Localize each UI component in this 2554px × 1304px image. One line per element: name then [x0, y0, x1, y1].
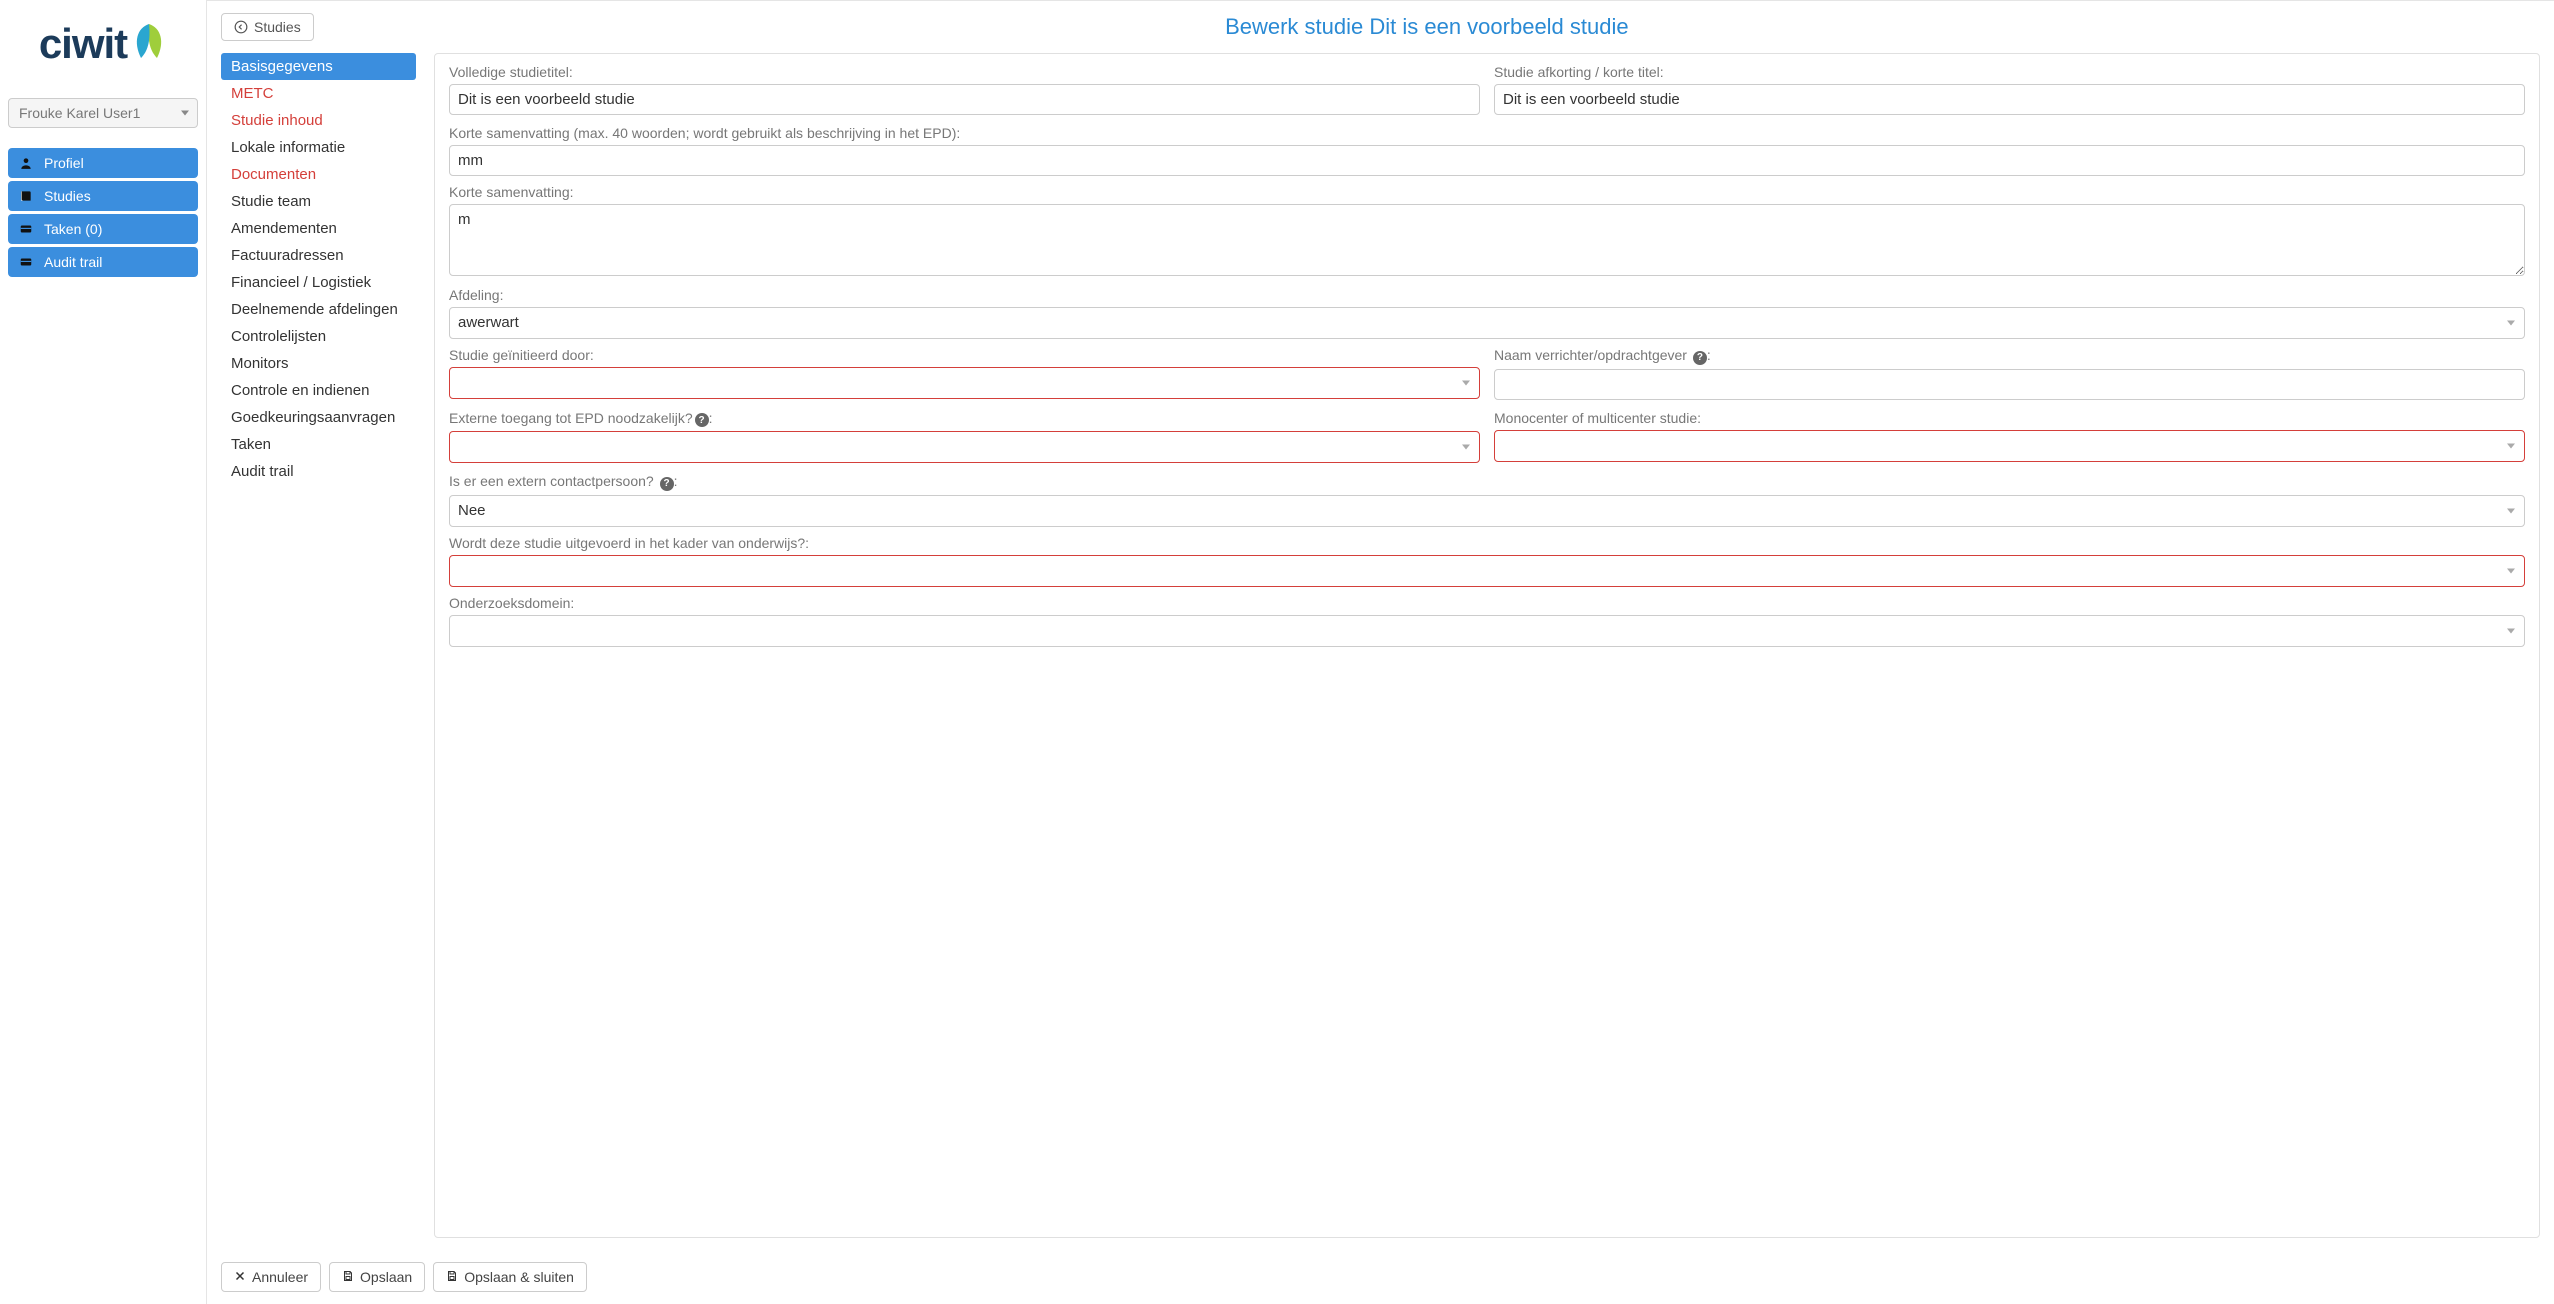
nav-label: Studies [44, 188, 91, 204]
nav-label: Audit trail [44, 254, 102, 270]
topbar: Studies Bewerk studie Dit is een voorbee… [221, 13, 2540, 41]
external-epd-select[interactable] [449, 431, 1480, 463]
external-contact-label: Is er een extern contactpersoon? ?: [449, 473, 2525, 491]
mono-multi-label: Monocenter of multicenter studie: [1494, 410, 2525, 426]
form-panel: Volledige studietitel: Studie afkorting … [434, 53, 2540, 1238]
user-name: Frouke Karel User1 [19, 105, 140, 121]
tab-financieel-logistiek[interactable]: Financieel / Logistiek [221, 269, 416, 296]
education-select[interactable] [449, 555, 2525, 587]
tab-basisgegevens[interactable]: Basisgegevens [221, 53, 416, 80]
tab-amendementen[interactable]: Amendementen [221, 215, 416, 242]
department-select[interactable]: awerwart [449, 307, 2525, 339]
book-icon [18, 189, 34, 203]
tab-controle-en-indienen[interactable]: Controle en indienen [221, 377, 416, 404]
tab-lokale-informatie[interactable]: Lokale informatie [221, 134, 416, 161]
cancel-button[interactable]: Annuleer [221, 1262, 321, 1292]
external-contact-select[interactable]: Nee [449, 495, 2525, 527]
domain-select[interactable] [449, 615, 2525, 647]
user-icon [18, 156, 34, 170]
arrow-left-circle-icon [234, 20, 248, 34]
summary40-input[interactable] [449, 145, 2525, 176]
nav-label: Taken (0) [44, 221, 102, 237]
nav-taken[interactable]: Taken (0) [8, 214, 198, 244]
save-icon [342, 1269, 354, 1285]
tab-monitors[interactable]: Monitors [221, 350, 416, 377]
page-title: Bewerk studie Dit is een voorbeeld studi… [314, 14, 2540, 40]
save-button[interactable]: Opslaan [329, 1262, 425, 1292]
tab-documenten[interactable]: Documenten [221, 161, 416, 188]
education-label: Wordt deze studie uitgevoerd in het kade… [449, 535, 2525, 551]
tab-factuuradressen[interactable]: Factuuradressen [221, 242, 416, 269]
card-icon [18, 222, 34, 236]
tab-controlelijsten[interactable]: Controlelijsten [221, 323, 416, 350]
initiated-by-label: Studie geïnitieerd door: [449, 347, 1480, 363]
save-close-label: Opslaan & sluiten [464, 1269, 574, 1285]
department-label: Afdeling: [449, 287, 2525, 303]
help-icon[interactable]: ? [660, 477, 674, 491]
mono-multi-select[interactable] [1494, 430, 2525, 462]
leaf-icon [131, 22, 167, 66]
back-button[interactable]: Studies [221, 13, 314, 41]
full-title-label: Volledige studietitel: [449, 64, 1480, 80]
nav-label: Profiel [44, 155, 84, 171]
nav-audit-trail[interactable]: Audit trail [8, 247, 198, 277]
user-select[interactable]: Frouke Karel User1 [8, 98, 198, 128]
full-title-input[interactable] [449, 84, 1480, 115]
client-name-input[interactable] [1494, 369, 2525, 400]
short-title-label: Studie afkorting / korte titel: [1494, 64, 2525, 80]
tab-deelnemende-afdelingen[interactable]: Deelnemende afdelingen [221, 296, 416, 323]
external-contact-value: Nee [458, 502, 486, 519]
summary-label: Korte samenvatting: [449, 184, 2525, 200]
back-label: Studies [254, 19, 301, 35]
tabs: BasisgegevensMETCStudie inhoudLokale inf… [221, 53, 416, 1238]
help-icon[interactable]: ? [1693, 351, 1707, 365]
tab-studie-team[interactable]: Studie team [221, 188, 416, 215]
left-sidebar: ciwit Frouke Karel User1 Profiel Studies [0, 0, 207, 1304]
close-icon [234, 1269, 246, 1285]
tab-audit-trail[interactable]: Audit trail [221, 458, 416, 485]
save-label: Opslaan [360, 1269, 412, 1285]
nav-profiel[interactable]: Profiel [8, 148, 198, 178]
tab-taken[interactable]: Taken [221, 431, 416, 458]
domain-label: Onderzoeksdomein: [449, 595, 2525, 611]
client-name-label: Naam verrichter/opdrachtgever ?: [1494, 347, 2525, 365]
tab-metc[interactable]: METC [221, 80, 416, 107]
bottom-bar: Annuleer Opslaan Opslaan & sluiten [221, 1238, 2540, 1292]
short-title-input[interactable] [1494, 84, 2525, 115]
tab-goedkeuringsaanvragen[interactable]: Goedkeuringsaanvragen [221, 404, 416, 431]
cancel-label: Annuleer [252, 1269, 308, 1285]
logo: ciwit [8, 20, 198, 68]
department-value: awerwart [458, 314, 519, 331]
nav-buttons: Profiel Studies Taken (0) Audit trail [8, 148, 198, 277]
card-icon [18, 255, 34, 269]
logo-text: ciwit [39, 20, 127, 68]
tab-studie-inhoud[interactable]: Studie inhoud [221, 107, 416, 134]
save-icon [446, 1269, 458, 1285]
save-close-button[interactable]: Opslaan & sluiten [433, 1262, 587, 1292]
summary-textarea[interactable]: m [449, 204, 2525, 276]
help-icon[interactable]: ? [695, 413, 709, 427]
initiated-by-select[interactable] [449, 367, 1480, 399]
summary40-label: Korte samenvatting (max. 40 woorden; wor… [449, 125, 2525, 141]
main-content: Studies Bewerk studie Dit is een voorbee… [207, 0, 2554, 1304]
nav-studies[interactable]: Studies [8, 181, 198, 211]
external-epd-label: Externe toegang tot EPD noodzakelijk??: [449, 410, 1480, 428]
